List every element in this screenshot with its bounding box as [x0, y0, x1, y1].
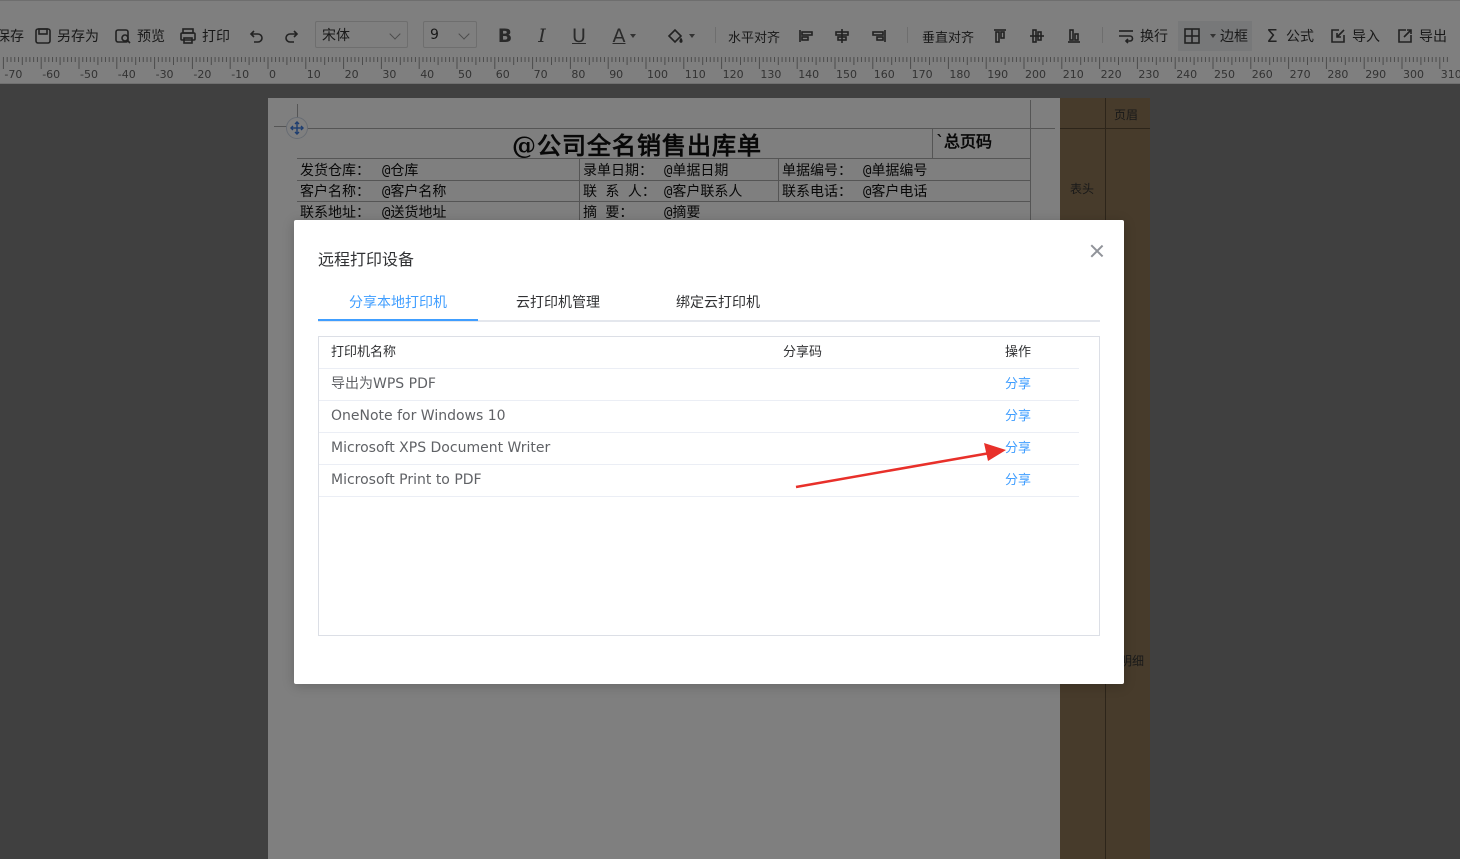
table-row: Microsoft XPS Document Writer 分享 [319, 433, 1079, 465]
column-header-action: 操作 [1005, 345, 1032, 360]
column-header-share-code: 分享码 [783, 345, 823, 360]
printer-name: 导出为WPS PDF [331, 376, 436, 392]
table-header-row: 打印机名称 分享码 操作 [319, 337, 1079, 369]
tab-bind-cloud-printer[interactable]: 绑定云打印机 [638, 288, 798, 320]
printer-name: OneNote for Windows 10 [331, 408, 506, 424]
share-link[interactable]: 分享 [1005, 465, 1031, 497]
active-tab-indicator [318, 319, 478, 321]
printer-name: Microsoft XPS Document Writer [331, 440, 551, 456]
table-row: OneNote for Windows 10 分享 [319, 401, 1079, 433]
tab-share-local-printer[interactable]: 分享本地打印机 [318, 288, 478, 320]
dialog-title: 远程打印设备 [318, 250, 415, 269]
close-icon[interactable] [1088, 242, 1106, 260]
printer-name: Microsoft Print to PDF [331, 472, 482, 488]
share-link[interactable]: 分享 [1005, 369, 1031, 401]
share-link[interactable]: 分享 [1005, 401, 1031, 433]
remote-print-dialog: 远程打印设备 分享本地打印机 云打印机管理 绑定云打印机 打印机名称 分享码 操… [294, 220, 1124, 684]
dialog-tabs: 分享本地打印机 云打印机管理 绑定云打印机 [318, 288, 1100, 322]
tab-cloud-printer-manage[interactable]: 云打印机管理 [478, 288, 638, 320]
table-row: Microsoft Print to PDF 分享 [319, 465, 1079, 497]
share-link[interactable]: 分享 [1005, 433, 1031, 465]
table-row: 导出为WPS PDF 分享 [319, 369, 1079, 401]
printer-table: 打印机名称 分享码 操作 导出为WPS PDF 分享 OneNote for W… [318, 336, 1100, 636]
column-header-printer-name: 打印机名称 [331, 345, 397, 360]
